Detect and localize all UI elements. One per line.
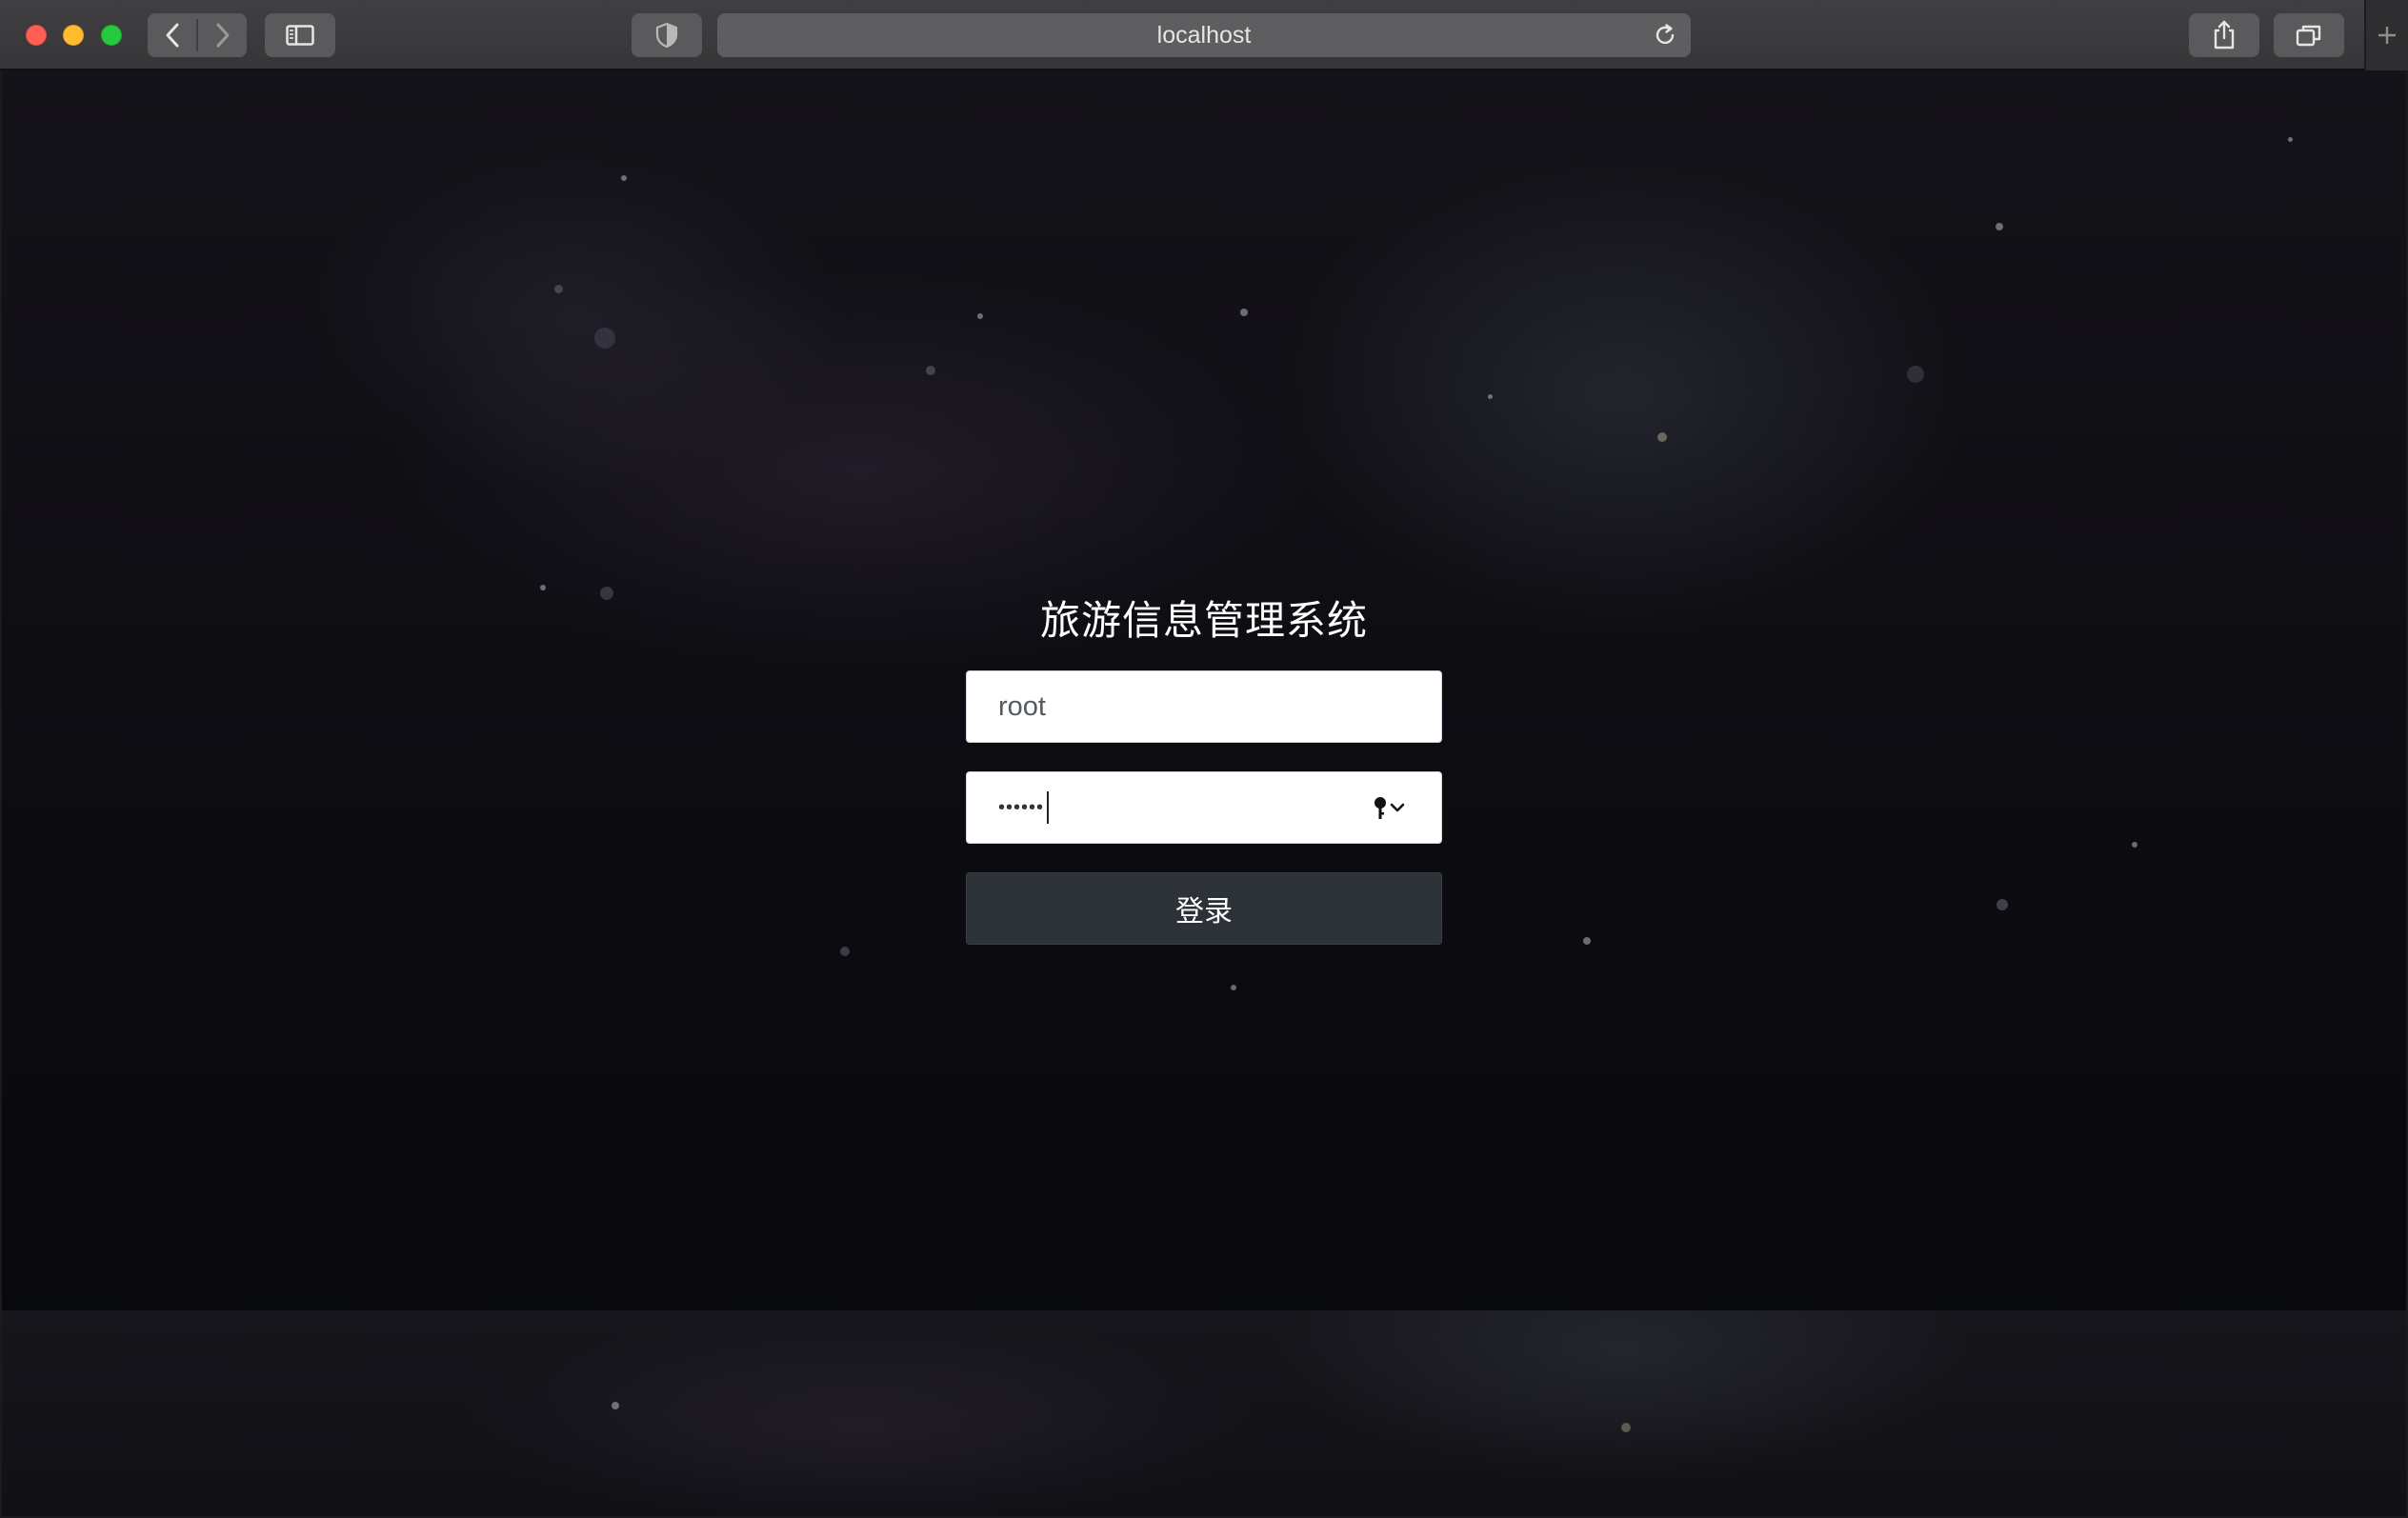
share-button[interactable] <box>2189 13 2259 57</box>
star-decoration <box>554 285 563 293</box>
key-icon[interactable] <box>1371 795 1409 822</box>
shield-icon <box>655 22 678 49</box>
navigation-buttons <box>148 13 247 57</box>
chevron-left-icon <box>166 23 178 48</box>
username-field[interactable]: root <box>966 670 1442 743</box>
page-content: 旅游信息管理系统 root •••••• 登录 <box>2 70 2406 1516</box>
tab-overview-icon <box>2296 25 2321 47</box>
star-decoration <box>1583 937 1591 945</box>
new-tab-button[interactable] <box>2364 0 2408 70</box>
background-lower-band <box>2 1310 2406 1516</box>
back-button[interactable] <box>148 13 196 57</box>
privacy-report-button[interactable] <box>632 13 702 57</box>
text-cursor <box>1047 791 1050 824</box>
star-decoration <box>1996 223 2003 230</box>
address-url: localhost <box>1156 21 1252 49</box>
password-masked-text: •••••• <box>998 796 1045 818</box>
password-field[interactable]: •••••• <box>966 771 1442 844</box>
login-button[interactable]: 登录 <box>966 872 1442 945</box>
password-value: •••••• <box>998 772 1050 843</box>
star-decoration <box>926 366 935 375</box>
star-decoration <box>1997 899 2008 910</box>
chevron-right-icon <box>216 23 229 48</box>
star-decoration <box>600 587 613 600</box>
browser-window: localhost 旅游信息管理系统 root •••••• 登录 <box>0 0 2408 1518</box>
star-decoration <box>612 1402 619 1409</box>
plus-icon <box>2378 27 2396 44</box>
close-window-button[interactable] <box>26 25 47 46</box>
star-decoration <box>1488 394 1493 399</box>
star-decoration <box>977 313 983 319</box>
star-decoration <box>1621 1423 1631 1432</box>
system-title: 旅游信息管理系统 <box>1039 597 1368 644</box>
star-decoration <box>840 947 850 956</box>
address-bar[interactable]: localhost <box>717 13 1691 57</box>
star-decoration <box>621 175 627 181</box>
tab-overview-button[interactable] <box>2274 13 2344 57</box>
reload-icon[interactable] <box>1653 23 1677 48</box>
star-decoration <box>1907 366 1924 383</box>
username-value: root <box>998 690 1046 722</box>
star-decoration <box>2288 137 2293 142</box>
share-icon <box>2214 20 2235 50</box>
minimize-window-button[interactable] <box>63 25 84 46</box>
star-decoration <box>1657 432 1667 442</box>
star-decoration <box>1240 309 1248 316</box>
zoom-window-button[interactable] <box>101 25 122 46</box>
star-decoration <box>594 328 615 349</box>
sidebar-icon <box>286 25 314 46</box>
star-decoration <box>540 585 546 590</box>
sidebar-toggle-button[interactable] <box>265 13 335 57</box>
forward-button[interactable] <box>198 13 247 57</box>
star-decoration <box>1231 985 1236 990</box>
browser-toolbar: localhost <box>0 0 2408 70</box>
star-decoration <box>2132 842 2137 848</box>
